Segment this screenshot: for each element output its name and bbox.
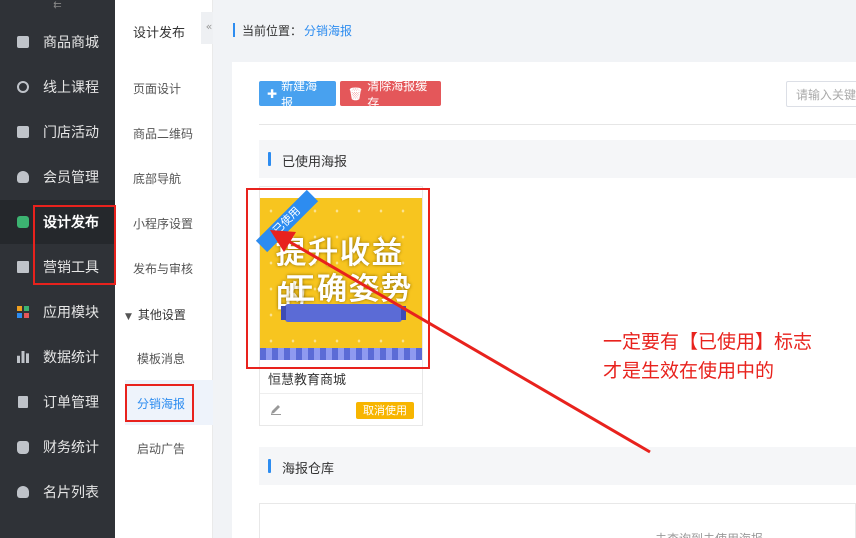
subnav-title: 设计发布 [133, 26, 186, 41]
subnav-link-page-design[interactable]: 页面设计 [133, 80, 181, 97]
sidebar-collapse-icon[interactable]: ⇇ [0, 0, 115, 14]
apps-icon [16, 305, 30, 319]
new-poster-button[interactable]: ✚ 新建海报 [259, 79, 336, 110]
caret-down-icon: ▼ [125, 312, 132, 322]
sidebar-item-label: 财务统计 [43, 440, 99, 456]
sidebar-item-apps[interactable]: 应用模块 [0, 290, 115, 334]
clear-cache-button[interactable]: 🗑 清除海报缓存 [340, 79, 441, 110]
sidebar-item-label: 门店活动 [43, 125, 99, 141]
poster-warehouse-header: 海报仓库 [259, 447, 856, 485]
sidebar-item-shop[interactable]: 商品商城 [0, 20, 115, 64]
sidebar-item-member[interactable]: 会员管理 [0, 155, 115, 199]
shop-icon [16, 35, 30, 49]
highlight-box-design [33, 205, 116, 285]
chart-icon [16, 350, 30, 364]
subnav-link-publish[interactable]: 发布与审核 [133, 260, 193, 277]
sidebar-item-store[interactable]: 门店活动 [0, 110, 115, 154]
sidebar-item-label: 线上课程 [43, 80, 99, 96]
breadcrumb: 当前位置： 分销海报 [213, 0, 856, 60]
subnav-link-miniapp[interactable]: 小程序设置 [133, 215, 193, 232]
section-accent-bar [268, 152, 271, 166]
annotation-line-2: 才是生效在使用中的 [603, 360, 775, 382]
poster-warehouse-title: 海报仓库 [282, 462, 335, 477]
subnav-link-bottom-nav[interactable]: 底部导航 [133, 170, 181, 187]
sub-navigation: 设计发布 « 页面设计 商品二维码 底部导航 小程序设置 发布与审核 ▼ 其他设置… [115, 0, 217, 538]
new-poster-label: 新建海报 [281, 78, 318, 110]
order-icon [16, 395, 30, 409]
plus-icon: ✚ [267, 86, 278, 101]
used-posters-title: 已使用海报 [282, 155, 348, 170]
design-icon [16, 215, 30, 229]
clear-cache-label: 清除海报缓存 [367, 78, 428, 110]
sidebar-item-label: 应用模块 [43, 305, 99, 321]
sidebar-item-orders[interactable]: 订单管理 [0, 380, 115, 424]
cancel-use-button[interactable]: 取消使用 [356, 402, 414, 419]
poster-warehouse-box [259, 503, 856, 538]
highlight-box-poster-link [125, 384, 194, 422]
subnav-link-launch-ad[interactable]: 启动广告 [137, 440, 185, 457]
annotation-text: 一定要有【已使用】标志 才是生效在使用中的 [603, 328, 812, 386]
subnav-group-other[interactable]: ▼ 其他设置 [125, 306, 186, 323]
search-input[interactable]: 请输入关键 [786, 81, 856, 107]
poster-card-title: 恒慧教育商城 [268, 373, 347, 388]
sidebar-item-label: 名片列表 [43, 485, 99, 501]
trash-icon: 🗑 [348, 86, 364, 101]
breadcrumb-accent-bar [233, 23, 235, 37]
gift-icon [16, 260, 30, 274]
annotation-line-1: 一定要有【已使用】标志 [603, 331, 813, 353]
sidebar-item-label: 商品商城 [43, 35, 99, 51]
sidebar-item-label: 会员管理 [43, 170, 99, 186]
subnav-group-label: 其他设置 [137, 308, 186, 322]
card-icon [16, 485, 30, 499]
sidebar-item-stats[interactable]: 数据统计 [0, 335, 115, 379]
highlight-box-poster [246, 188, 430, 369]
card-divider [260, 393, 422, 394]
sidebar-item-label: 订单管理 [43, 395, 99, 411]
toolbar-divider [259, 124, 856, 125]
pencil-icon[interactable] [270, 403, 282, 415]
sidebar-item-finance[interactable]: 财务统计 [0, 425, 115, 469]
breadcrumb-label: 当前位置： [242, 24, 303, 38]
subnav-link-qrcode[interactable]: 商品二维码 [133, 125, 193, 142]
store-icon [16, 125, 30, 139]
sidebar-item-label: 数据统计 [43, 350, 99, 366]
money-icon [16, 440, 30, 454]
course-icon [16, 80, 30, 94]
sidebar-item-course[interactable]: 线上课程 [0, 65, 115, 109]
used-posters-header: 已使用海报 [259, 140, 856, 178]
sidebar-item-cards[interactable]: 名片列表 [0, 470, 115, 514]
subnav-link-template-msg[interactable]: 模板消息 [137, 350, 185, 367]
breadcrumb-current[interactable]: 分销海报 [304, 22, 352, 39]
empty-state-text: 未查询到未使用海报 [655, 530, 763, 538]
member-icon [16, 170, 30, 184]
section-accent-bar [268, 459, 271, 473]
